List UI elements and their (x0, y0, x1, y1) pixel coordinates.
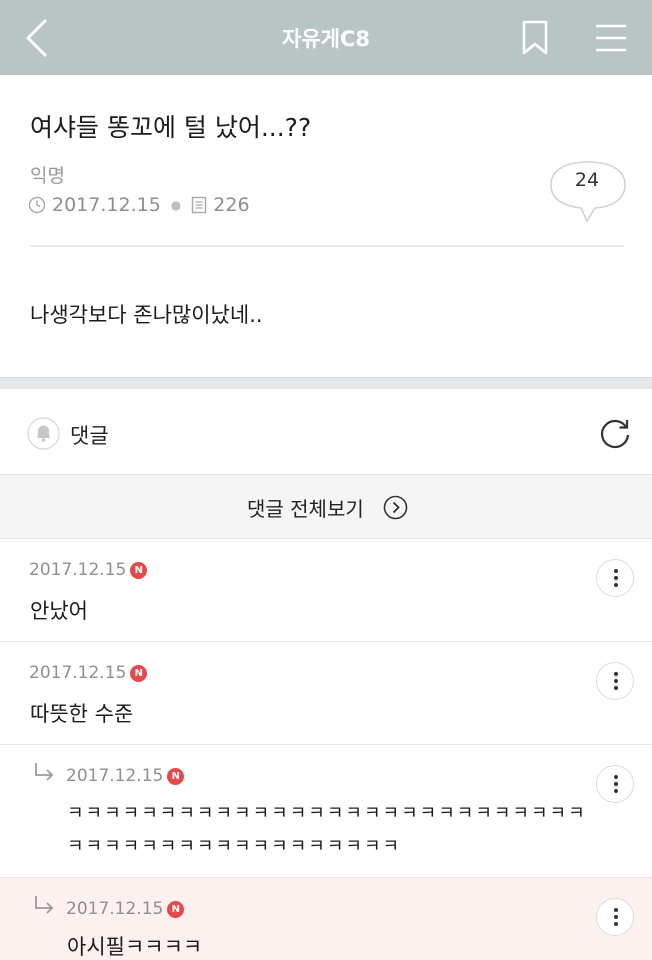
more-dot (614, 908, 618, 912)
reply-arrow-icon (35, 896, 54, 914)
more-dot (614, 679, 618, 683)
chevron-right-circle-icon (383, 495, 408, 520)
post-date: 2017.12.15 (52, 194, 161, 216)
comment-date: 2017.12.15 (66, 899, 164, 919)
more-options-button[interactable] (596, 765, 634, 803)
board-title: 자유게C8 (282, 27, 370, 51)
comments-label: 댓글 (70, 424, 109, 448)
comment-text: ㅋㅋㅋㅋㅋㅋㅋㅋㅋㅋㅋㅋㅋㅋㅋㅋㅋㅋㅋㅋㅋㅋㅋㅋㅋㅋㅋㅋㅋㅋㅋㅋㅋㅋㅋㅋㅋㅋㅋㅋ… (67, 803, 587, 857)
more-options-button[interactable] (596, 898, 634, 936)
divider (30, 245, 624, 247)
post-title: 여샤들 똥꼬에 털 났어...?? (30, 113, 312, 142)
comment-count[interactable]: 24 (549, 169, 625, 191)
more-dot (614, 672, 618, 676)
comment-text: 따뜻한 수준 (30, 702, 134, 726)
separator-dot: ● (170, 198, 182, 212)
section-gap (0, 377, 652, 389)
more-dot (614, 922, 618, 926)
bookmark-icon[interactable] (520, 20, 550, 56)
more-options-button[interactable] (596, 662, 634, 700)
more-dot (614, 915, 618, 919)
bell-icon[interactable] (27, 417, 60, 450)
reply-item: 2017.12.15 N 아시필ㅋㅋㅋㅋ (0, 878, 652, 960)
comment-meta: 2017.12.15 N (29, 663, 148, 683)
more-dot (614, 789, 618, 793)
top-bar: 자유게C8 (0, 0, 652, 75)
post-meta: 2017.12.15 ● 226 (28, 192, 250, 218)
menu-icon[interactable] (594, 22, 628, 54)
more-options-button[interactable] (596, 559, 634, 597)
comment-text: 아시필ㅋㅋㅋㅋ (67, 935, 203, 959)
more-dot (614, 782, 618, 786)
refresh-icon[interactable] (597, 417, 633, 453)
more-dot (614, 686, 618, 690)
post-body: 나생각보다 존나많이났네.. (30, 303, 263, 327)
new-badge: N (130, 561, 148, 579)
more-dot (614, 569, 618, 573)
new-badge: N (130, 664, 148, 682)
comment-meta: 2017.12.15 N (29, 560, 148, 580)
new-badge: N (167, 900, 185, 918)
reply-item: 2017.12.15 N ㅋㅋㅋㅋㅋㅋㅋㅋㅋㅋㅋㅋㅋㅋㅋㅋㅋㅋㅋㅋㅋㅋㅋㅋㅋㅋㅋ… (0, 745, 652, 878)
comment-text: 안났어 (30, 599, 88, 623)
comment-meta: 2017.12.15 N (66, 766, 185, 786)
view-all-label: 댓글 전체보기 (247, 497, 364, 521)
views-icon (192, 196, 207, 214)
comment-date: 2017.12.15 (29, 663, 127, 683)
clock-icon (28, 196, 46, 214)
more-dot (614, 583, 618, 587)
comment-date: 2017.12.15 (66, 766, 164, 786)
comment-date: 2017.12.15 (29, 560, 127, 580)
post: 여샤들 똥꼬에 털 났어...?? 익명 2017.12.15 ● 226 24… (0, 75, 652, 377)
comment-meta: 2017.12.15 N (66, 899, 185, 919)
new-badge: N (167, 767, 185, 785)
post-views: 226 (213, 194, 250, 216)
view-all-comments-button[interactable]: 댓글 전체보기 (0, 475, 652, 539)
more-dot (614, 775, 618, 779)
comment-item: 2017.12.15 N 따뜻한 수준 (0, 642, 652, 745)
reply-arrow-icon (35, 763, 54, 781)
post-author: 익명 (30, 165, 65, 187)
more-dot (614, 576, 618, 580)
comments-header: 댓글 (0, 389, 652, 475)
comment-item: 2017.12.15 N 안났어 (0, 539, 652, 642)
